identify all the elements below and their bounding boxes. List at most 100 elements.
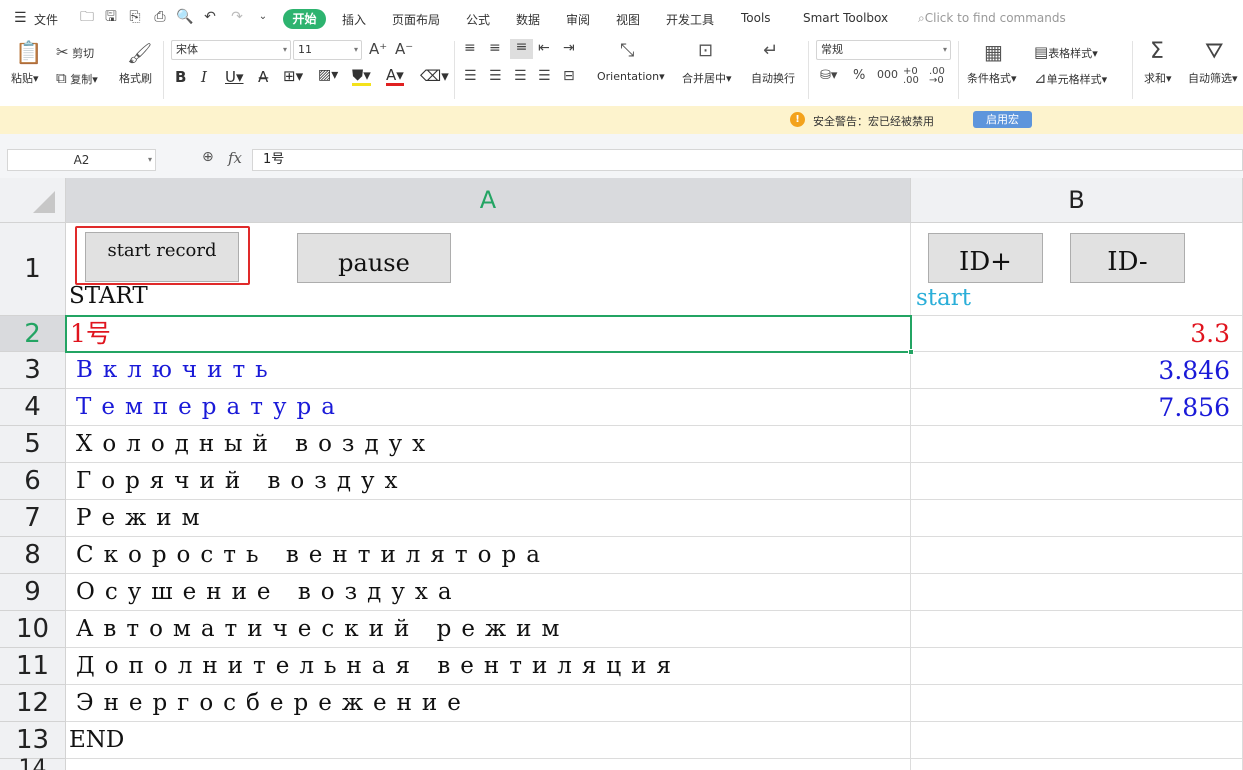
row-header-14[interactable]: 14 [0,758,66,770]
decrease-indent-icon[interactable]: ⇤ [538,40,550,56]
cell-b9[interactable] [911,574,1243,611]
decrease-font-icon[interactable]: A⁻ [395,40,413,58]
font-size-select[interactable]: 11 ▾ [293,40,362,60]
id-plus-button[interactable]: ID+ [928,233,1043,283]
row-header-5[interactable]: 5 [0,426,66,463]
row-header-8[interactable]: 8 [0,537,66,574]
paste-icon[interactable]: 📋 [15,41,42,66]
print-icon[interactable]: ⎙ [151,8,169,26]
font-name-select[interactable]: 宋体 ▾ [171,40,291,60]
merge-center-button[interactable]: 合并居中▾ [682,70,732,86]
fill-effects-icon[interactable]: ▨▾ [318,67,338,83]
cell-a3[interactable]: Включить [66,352,911,389]
row-header-11[interactable]: 11 [0,648,66,685]
row-header-13[interactable]: 13 [0,722,66,759]
export-icon[interactable]: ⎘ [126,8,144,26]
cell-b4[interactable]: 7.856 [911,389,1243,426]
row-header-1[interactable]: 1 [0,223,66,316]
cell-style-button[interactable]: ⊿单元格样式▾ [1034,69,1107,87]
cut-button[interactable]: ✂ 剪切 [56,43,94,61]
bold-icon[interactable]: B [175,68,186,86]
cell-a10[interactable]: Автоматический режим [66,611,911,648]
italic-icon[interactable]: I [201,68,207,86]
number-format-select[interactable]: 常规 ▾ [816,40,951,60]
cell-b6[interactable] [911,463,1243,500]
tab-developer[interactable]: 开发工具 [666,11,714,28]
strikethrough-icon[interactable]: A̶ [258,68,268,86]
row-header-12[interactable]: 12 [0,685,66,722]
tab-home[interactable]: 开始 [283,9,326,29]
decrease-decimal-icon[interactable]: .00 →0 [929,67,945,86]
align-left-icon[interactable]: ☰ [464,68,477,84]
find-commands[interactable]: ⌕Click to find commands [918,11,1066,26]
font-color-icon[interactable]: A▾ [386,67,404,86]
row-header-10[interactable]: 10 [0,611,66,648]
increase-decimal-icon[interactable]: +0.00 [903,67,919,86]
cell-b14[interactable] [911,759,1243,770]
id-minus-button[interactable]: ID- [1070,233,1185,283]
conditional-format-button[interactable]: 条件格式▾ [967,70,1017,86]
cell-a13[interactable]: END [66,722,911,759]
tab-tools[interactable]: Tools [741,11,771,25]
orientation-button[interactable]: Orientation▾ [597,70,665,83]
select-all-corner[interactable] [0,178,66,223]
underline-icon[interactable]: U▾ [225,68,244,86]
currency-icon[interactable]: ⛁▾ [820,68,837,83]
cell-b5[interactable] [911,426,1243,463]
justify-icon[interactable]: ☰ [538,68,551,84]
pause-button[interactable]: pause [297,233,451,283]
zoom-icon[interactable]: ⊕ [202,149,214,165]
column-header-a[interactable]: A [66,178,911,223]
copy-button[interactable]: ⧉ 复制▾ [56,69,98,87]
undo-icon[interactable]: ↶ [201,8,219,26]
increase-font-icon[interactable]: A⁺ [369,40,387,58]
start-record-button[interactable]: start record [85,232,239,282]
open-folder-icon[interactable]: 🗀 [78,8,96,26]
cell-a5[interactable]: Холодный воздух [66,426,911,463]
function-icon[interactable]: fx [228,149,242,167]
fill-handle[interactable] [908,349,914,355]
cell-a11[interactable]: Дополнительная вентиляция [66,648,911,685]
row-header-9[interactable]: 9 [0,574,66,611]
redo-icon[interactable]: ↷ [228,8,246,26]
table-style-button[interactable]: ▤表格样式▾ [1034,43,1098,61]
column-header-b[interactable]: B [911,178,1243,223]
clear-format-icon[interactable]: ⌫▾ [420,67,449,85]
tab-page-layout[interactable]: 页面布局 [392,11,440,28]
tab-data[interactable]: 数据 [516,11,540,28]
percent-icon[interactable]: % [853,68,865,83]
cell-a9[interactable]: Осушение воздуха [66,574,911,611]
cell-a6[interactable]: Горячий воздух [66,463,911,500]
cell-b10[interactable] [911,611,1243,648]
borders-icon[interactable]: ⊞▾ [283,67,303,85]
save-icon[interactable]: 🖫 [102,8,120,26]
cell-a4[interactable]: Температура [66,389,911,426]
formula-input[interactable]: 1号 [252,149,1243,171]
name-box[interactable]: A2 ▾ [7,149,156,171]
format-painter-button[interactable]: 格式刷 [119,70,152,86]
print-preview-icon[interactable]: 🔍 [176,8,194,26]
paste-button[interactable]: 粘贴▾ [11,70,39,86]
distributed-icon[interactable]: ⊟ [563,68,575,84]
row-header-6[interactable]: 6 [0,463,66,500]
format-painter-icon[interactable]: 🖌 [127,41,152,65]
cell-b3[interactable]: 3.846 [911,352,1243,389]
sum-button[interactable]: 求和▾ [1144,70,1172,86]
row-header-2[interactable]: 2 [0,316,66,352]
increase-indent-icon[interactable]: ⇥ [563,40,575,56]
align-bottom-icon[interactable]: ≡ [510,39,533,59]
row-header-3[interactable]: 3 [0,352,66,389]
tab-formulas[interactable]: 公式 [466,11,490,28]
thousands-icon[interactable]: 000 [877,68,898,81]
file-menu[interactable]: 文件 [34,11,58,28]
tab-insert[interactable]: 插入 [342,11,366,28]
cell-b11[interactable] [911,648,1243,685]
align-middle-icon[interactable]: ≡ [489,40,501,56]
enable-macros-button[interactable]: 启用宏 [973,111,1032,128]
customize-chevron-icon[interactable]: ⌄ [254,8,272,26]
align-top-icon[interactable]: ≡ [464,40,476,56]
align-right-icon[interactable]: ☰ [514,68,527,84]
cell-b8[interactable] [911,537,1243,574]
fill-color-icon[interactable]: ⛊▾ [352,67,371,86]
cell-b7[interactable] [911,500,1243,537]
